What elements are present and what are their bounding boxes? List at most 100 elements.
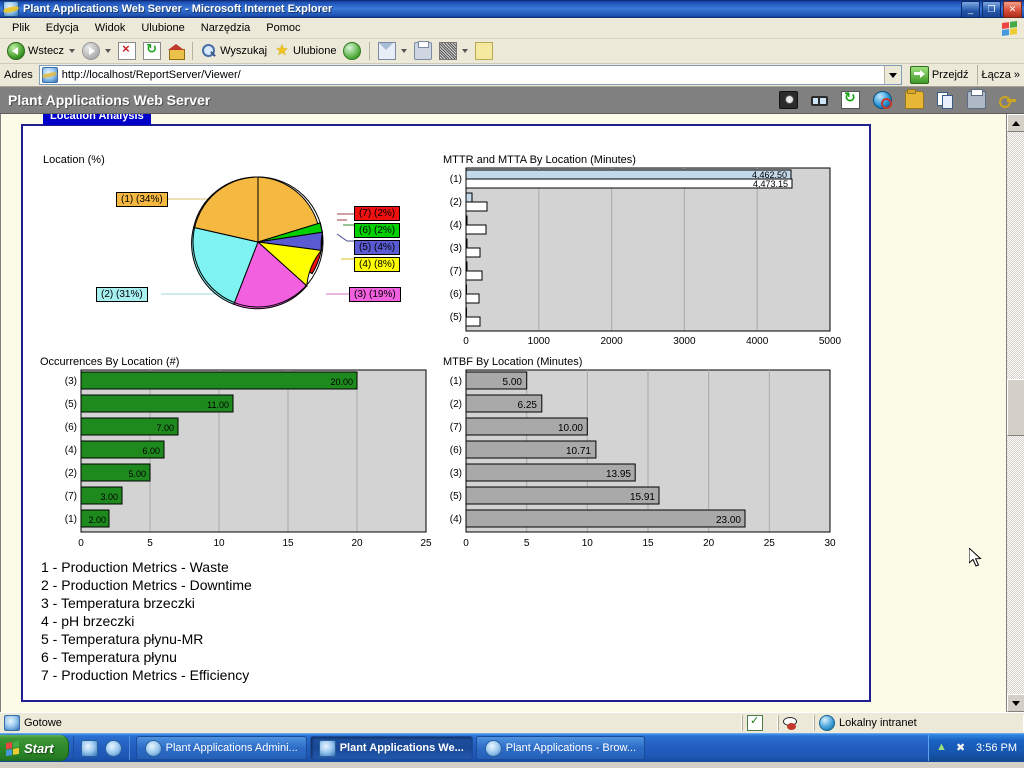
- search-button[interactable]: Wyszukaj: [198, 40, 270, 62]
- svg-text:20: 20: [351, 538, 363, 549]
- svg-text:(3): (3): [65, 376, 77, 387]
- status-message-cell: Gotowe: [0, 715, 742, 731]
- status-zone-cell: Lokalny intranet: [814, 715, 1024, 731]
- svg-text:(1): (1): [450, 376, 462, 387]
- bar-label-occurrences-5: 11.00: [207, 400, 229, 410]
- mail-button[interactable]: [375, 40, 410, 62]
- links-button[interactable]: Łącza »: [976, 65, 1024, 85]
- mtbf-svg: (1) (2) (7) (6) (3) (5) (4) 0 5 10 15 20…: [450, 369, 836, 549]
- bar-mttr-2[interactable]: [465, 201, 488, 212]
- edit-button[interactable]: [436, 40, 471, 62]
- vertical-scrollbar[interactable]: [1006, 114, 1024, 712]
- security-zone-icon: [819, 715, 835, 731]
- window-icon: [318, 739, 336, 757]
- mttr-mtta-svg: (1) (2) (4) (3) (7) (6) (5) 0 1000 2000 …: [450, 167, 842, 347]
- svg-text:20: 20: [703, 538, 715, 549]
- bar-mtta-2[interactable]: [465, 192, 473, 203]
- back-icon: [7, 42, 25, 60]
- back-button[interactable]: Wstecz: [4, 40, 78, 62]
- browser-shortcut-icon[interactable]: [104, 739, 122, 757]
- chevron-down-icon[interactable]: [105, 49, 112, 53]
- scrollbar-thumb[interactable]: [1007, 379, 1024, 436]
- chevron-down-icon[interactable]: [462, 49, 469, 53]
- history-button[interactable]: [340, 40, 364, 62]
- scroll-up-button[interactable]: [1007, 114, 1024, 132]
- address-input[interactable]: http://localhost/ReportServer/Viewer/: [38, 65, 902, 85]
- menu-item-narzedzia[interactable]: Narzędzia: [193, 20, 259, 36]
- bar-mttr-1[interactable]: [465, 178, 793, 189]
- bar-mttr-5[interactable]: [465, 316, 481, 327]
- chart-occurrences: Occurrences By Location (#) (3) (5) (6) …: [38, 356, 443, 556]
- maximize-button[interactable]: ❐: [982, 0, 1001, 18]
- menu-item-plik[interactable]: Plik: [4, 20, 38, 36]
- close-button[interactable]: ✕: [1003, 0, 1022, 18]
- bar-mttr-7[interactable]: [465, 270, 483, 281]
- taskbar-button-plant-applications-we[interactable]: Plant Applications We...: [309, 736, 473, 760]
- pie-label-6: (6) (2%): [354, 223, 401, 238]
- globe-search-icon[interactable]: [873, 91, 892, 109]
- menu-item-edycja[interactable]: Edycja: [38, 20, 87, 36]
- taskbar-button-plant-applications-brow[interactable]: Plant Applications - Brow...: [475, 736, 646, 760]
- privacy-report-icon[interactable]: [783, 716, 797, 730]
- scroll-down-button[interactable]: [1007, 694, 1024, 712]
- notes-icon: [475, 42, 494, 60]
- notes-button[interactable]: [472, 40, 496, 62]
- window-icon: [484, 739, 502, 757]
- app-title: Plant Applications Web Server: [8, 92, 211, 108]
- links-label: Łącza: [981, 69, 1011, 81]
- start-button[interactable]: Start: [0, 735, 69, 761]
- taskbar-button-label: Plant Applications - Brow...: [505, 742, 637, 754]
- stop-button[interactable]: [115, 40, 139, 62]
- ytick-3: (3): [450, 243, 462, 254]
- chevron-down-icon[interactable]: [69, 49, 76, 53]
- internet-explorer-icon[interactable]: [80, 739, 98, 757]
- antivirus-icon[interactable]: ✖: [956, 741, 970, 755]
- bar-mttr-3[interactable]: [465, 247, 481, 258]
- menu-item-pomoc[interactable]: Pomoc: [258, 20, 308, 36]
- menu-item-widok[interactable]: Widok: [87, 20, 134, 36]
- svg-text:(3): (3): [450, 468, 462, 479]
- key-icon[interactable]: [999, 92, 1016, 108]
- status-bar: Gotowe Lokalny intranet: [0, 712, 1024, 733]
- menu-item-ulubione[interactable]: Ulubione: [133, 20, 192, 36]
- app-header: Plant Applications Web Server: [0, 87, 1024, 114]
- taskbar-button-plant-applications-admini[interactable]: Plant Applications Admini...: [135, 736, 307, 760]
- report-tab-location-analysis[interactable]: Location Analysis: [43, 114, 151, 125]
- go-button[interactable]: Przejdź: [905, 65, 974, 85]
- address-dropdown-button[interactable]: [883, 66, 901, 84]
- refresh-button[interactable]: [140, 40, 164, 62]
- app-header-icon-bar: [779, 89, 1016, 109]
- svg-text:15: 15: [642, 538, 654, 549]
- bar-mtta-1[interactable]: [465, 169, 792, 180]
- camera-icon[interactable]: [779, 91, 798, 109]
- forward-button[interactable]: [79, 40, 114, 62]
- glasses-icon[interactable]: [811, 92, 828, 108]
- refresh-icon[interactable]: [841, 89, 860, 109]
- legend-item-4: 4 - pH brzeczki: [41, 613, 135, 629]
- taskbar-clock[interactable]: 3:56 PM: [976, 742, 1017, 754]
- bar-mtbf-4[interactable]: [465, 509, 746, 528]
- pie-label-2: (2) (31%): [96, 287, 148, 302]
- folder-icon[interactable]: [905, 89, 924, 109]
- chevron-down-icon[interactable]: [401, 49, 408, 53]
- bar-occurrences-3[interactable]: [80, 371, 358, 390]
- home-button[interactable]: [165, 40, 187, 62]
- bar-label-mtbf-2: 6.25: [518, 400, 538, 411]
- svg-text:5: 5: [524, 538, 530, 549]
- language-indicator-icon[interactable]: ▲: [936, 741, 950, 755]
- svg-text:(6): (6): [65, 422, 77, 433]
- minimize-button[interactable]: _: [961, 0, 980, 18]
- bar-mttr-4[interactable]: [465, 224, 487, 235]
- status-cert-cell: [742, 714, 778, 731]
- svg-text:30: 30: [824, 538, 836, 549]
- copy-icon[interactable]: [937, 92, 954, 109]
- legend-item-3: 3 - Temperatura brzeczki: [41, 595, 195, 611]
- bar-mttr-6[interactable]: [465, 293, 480, 304]
- address-bar: Adres http://localhost/ReportServer/View…: [0, 64, 1024, 87]
- links-chevron-icon: »: [1013, 69, 1020, 81]
- taskbar-button-label: Plant Applications Admini...: [165, 742, 298, 754]
- pie-label-5: (5) (4%): [354, 240, 401, 255]
- print-icon[interactable]: [967, 89, 986, 109]
- favorites-button[interactable]: ★ Ulubione: [271, 40, 339, 62]
- print-button[interactable]: [411, 40, 435, 62]
